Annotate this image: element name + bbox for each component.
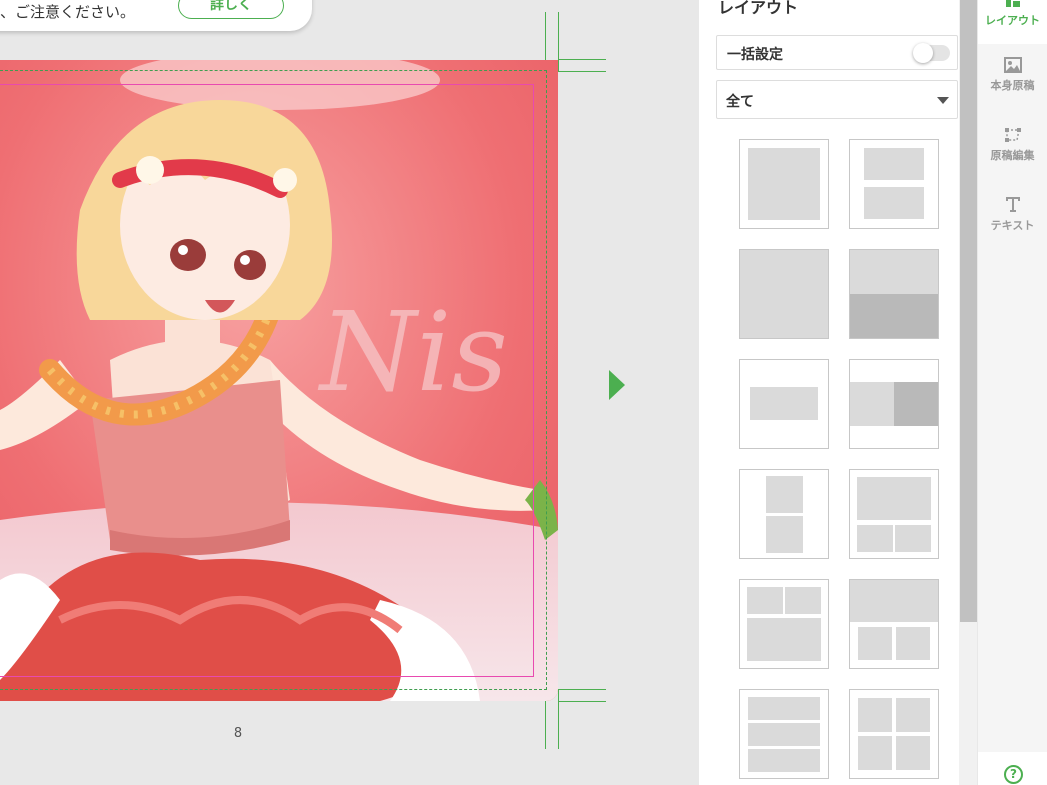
editor-root: 、ご注意ください。 詳しく Nis 8 レイアウト 一括設定 全て レイアウト …	[0, 0, 1047, 785]
chevron-down-icon	[937, 97, 949, 104]
panel-scrollbar-thumb[interactable]	[960, 0, 977, 622]
layout-option-left-light-right-dark[interactable]	[849, 359, 939, 449]
notice-banner: 、ご注意ください。 詳しく	[0, 0, 312, 31]
bulk-setting-toggle[interactable]	[913, 43, 950, 63]
crop-mark	[558, 689, 559, 749]
layout-option-two-vertical[interactable]	[739, 469, 829, 559]
details-button[interactable]: 詳しく	[178, 0, 284, 19]
sidebar-item-label: 原稿編集	[990, 149, 1035, 162]
layout-option-full-single[interactable]	[739, 139, 829, 229]
text-icon	[1005, 197, 1020, 212]
layout-option-top-large-bottom-two[interactable]	[849, 469, 939, 559]
crop-mark	[545, 12, 546, 60]
layout-filter-select[interactable]: 全て	[716, 80, 958, 119]
figure-photo: Nis	[0, 60, 558, 701]
help-area: ?	[978, 752, 1047, 785]
layout-option-top-two-bottom-large[interactable]	[739, 579, 829, 669]
layout-option-top-light-bottom-dark[interactable]	[849, 249, 939, 339]
image-icon	[1003, 57, 1022, 73]
crop-mark	[558, 71, 606, 72]
layout-option-full-bleed[interactable]	[739, 249, 829, 339]
crop-mark	[558, 12, 559, 72]
page-number: 8	[233, 726, 243, 741]
next-page-arrow-icon[interactable]	[609, 370, 625, 400]
help-icon[interactable]: ?	[1004, 765, 1023, 784]
layout-option-two-by-two[interactable]	[849, 689, 939, 779]
crop-edit-icon	[1004, 128, 1021, 142]
sidebar-item-text[interactable]: テキスト	[978, 195, 1047, 233]
crop-mark	[558, 689, 606, 690]
panel-title: レイアウト	[718, 0, 799, 17]
bulk-setting-label: 一括設定	[727, 47, 783, 63]
toggle-knob	[913, 43, 933, 63]
crop-mark	[558, 701, 606, 702]
sidebar-item-label: 本身原稿	[990, 79, 1035, 92]
bulk-setting-row: 一括設定	[716, 35, 958, 70]
sidebar-item-manuscript[interactable]: 本身原稿	[978, 57, 1047, 93]
crop-mark	[558, 59, 606, 60]
filter-value: 全て	[726, 94, 754, 110]
layout-option-two-row-with-margin[interactable]	[849, 139, 939, 229]
layout-panel: レイアウト 一括設定 全て	[699, 0, 977, 785]
layout-icon	[1005, 0, 1020, 7]
crop-mark	[545, 701, 546, 749]
layout-option-center-wide[interactable]	[739, 359, 829, 449]
layout-option-three-rows[interactable]	[739, 689, 829, 779]
sidebar-item-label: テキスト	[990, 219, 1035, 232]
tool-sidebar: レイアウト 本身原稿 原稿編集 テキスト ?	[978, 0, 1047, 785]
sidebar-item-edit[interactable]: 原稿編集	[978, 127, 1047, 163]
photo-background-text: Nis	[317, 288, 508, 416]
sidebar-item-layout[interactable]: レイアウト	[978, 0, 1047, 28]
notice-text: 、ご注意ください。	[0, 3, 136, 21]
page-photo[interactable]: Nis	[0, 60, 558, 701]
sidebar-item-label: レイアウト	[985, 14, 1040, 27]
layout-option-top-full-bottom-two[interactable]	[849, 579, 939, 669]
